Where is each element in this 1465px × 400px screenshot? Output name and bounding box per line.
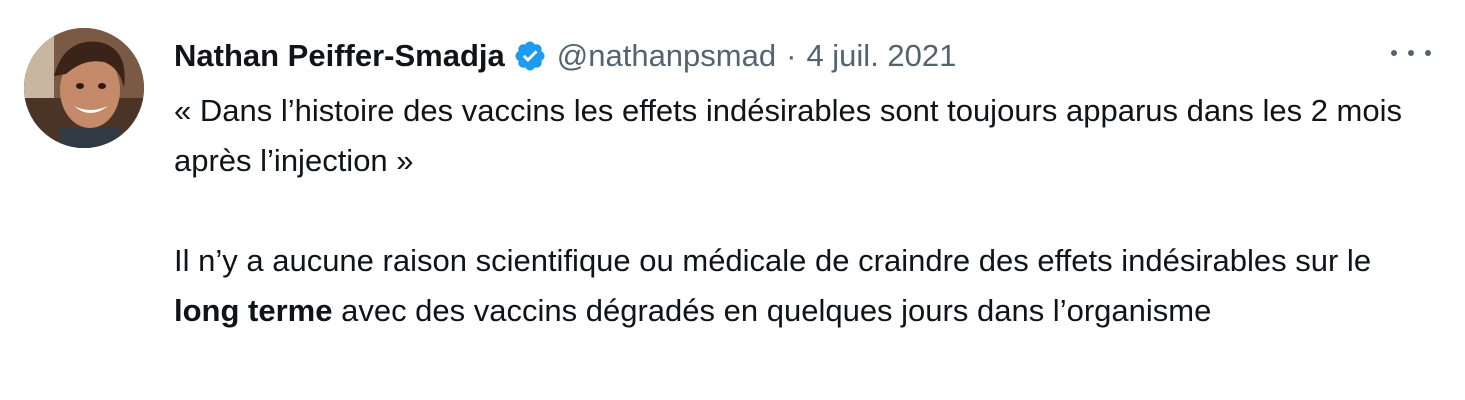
author-name[interactable]: Nathan Peiffer-Smadja (174, 38, 505, 74)
tweet-paragraph-2-part-2: avec des vaccins dégradés en quelques jo… (332, 293, 1212, 328)
header-separator: · (786, 38, 797, 73)
avatar[interactable] (24, 28, 144, 148)
tweet-date[interactable]: 4 juil. 2021 (806, 38, 956, 74)
tweet-text: « Dans l’histoire des vaccins les effets… (174, 86, 1444, 336)
tweet-header: Nathan Peiffer-Smadja @nathanpsmad · 4 j… (174, 34, 956, 78)
tweet-bold-phrase: long terme (174, 293, 333, 328)
more-dot (1391, 50, 1397, 56)
tweet-card[interactable]: Nathan Peiffer-Smadja @nathanpsmad · 4 j… (0, 0, 1465, 400)
tweet-paragraph-2: Il n’y a aucune raison scientifique ou m… (174, 236, 1444, 336)
more-horizontal-icon[interactable] (1391, 40, 1431, 66)
more-dot (1425, 50, 1431, 56)
verified-badge-icon (513, 39, 547, 73)
tweet-paragraph-1: « Dans l’histoire des vaccins les effets… (174, 93, 1403, 178)
avatar-photo (24, 28, 144, 148)
tweet-paragraph-2-part-1: Il n’y a aucune raison scientifique ou m… (174, 243, 1372, 278)
more-dot (1408, 50, 1414, 56)
author-handle[interactable]: @nathanpsmad (557, 38, 776, 74)
